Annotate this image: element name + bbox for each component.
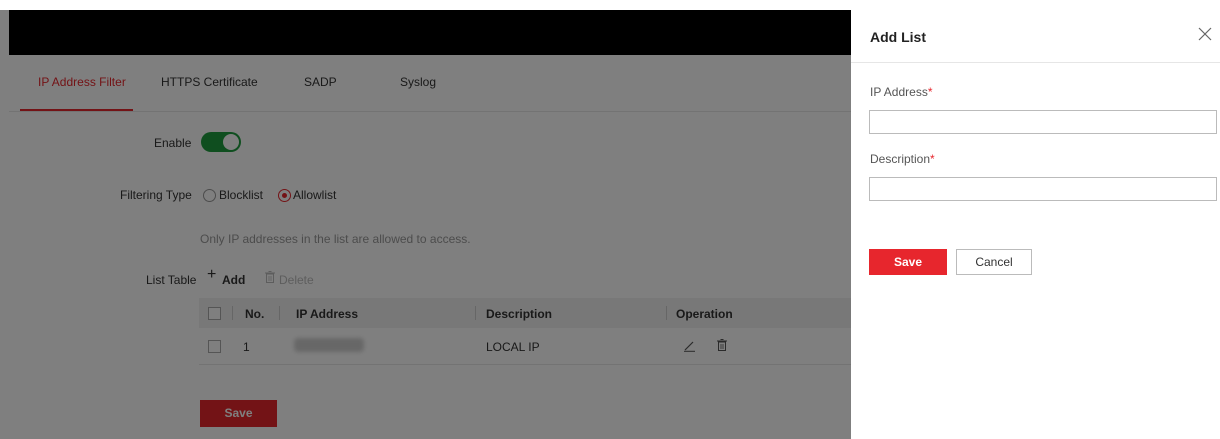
drawer-title: Add List [870, 29, 926, 45]
close-icon[interactable] [1198, 27, 1212, 41]
description-input[interactable] [869, 177, 1217, 201]
ip-address-label-text: IP Address [870, 85, 928, 99]
description-label: Description* [870, 152, 935, 166]
ip-address-input[interactable] [869, 110, 1217, 134]
app-window: IP Address Filter HTTPS Certificate SADP… [0, 0, 1220, 439]
drawer-cancel-button[interactable]: Cancel [956, 249, 1032, 275]
required-mark: * [927, 85, 933, 99]
required-mark: * [930, 152, 935, 166]
modal-overlay[interactable] [0, 10, 851, 439]
description-label-text: Description [870, 152, 931, 166]
drawer-save-button[interactable]: Save [869, 249, 947, 275]
drawer-header: Add List [851, 10, 1220, 63]
add-list-drawer: Add List IP Address* Description* Save C… [851, 10, 1220, 439]
ip-address-label: IP Address* [870, 85, 933, 99]
